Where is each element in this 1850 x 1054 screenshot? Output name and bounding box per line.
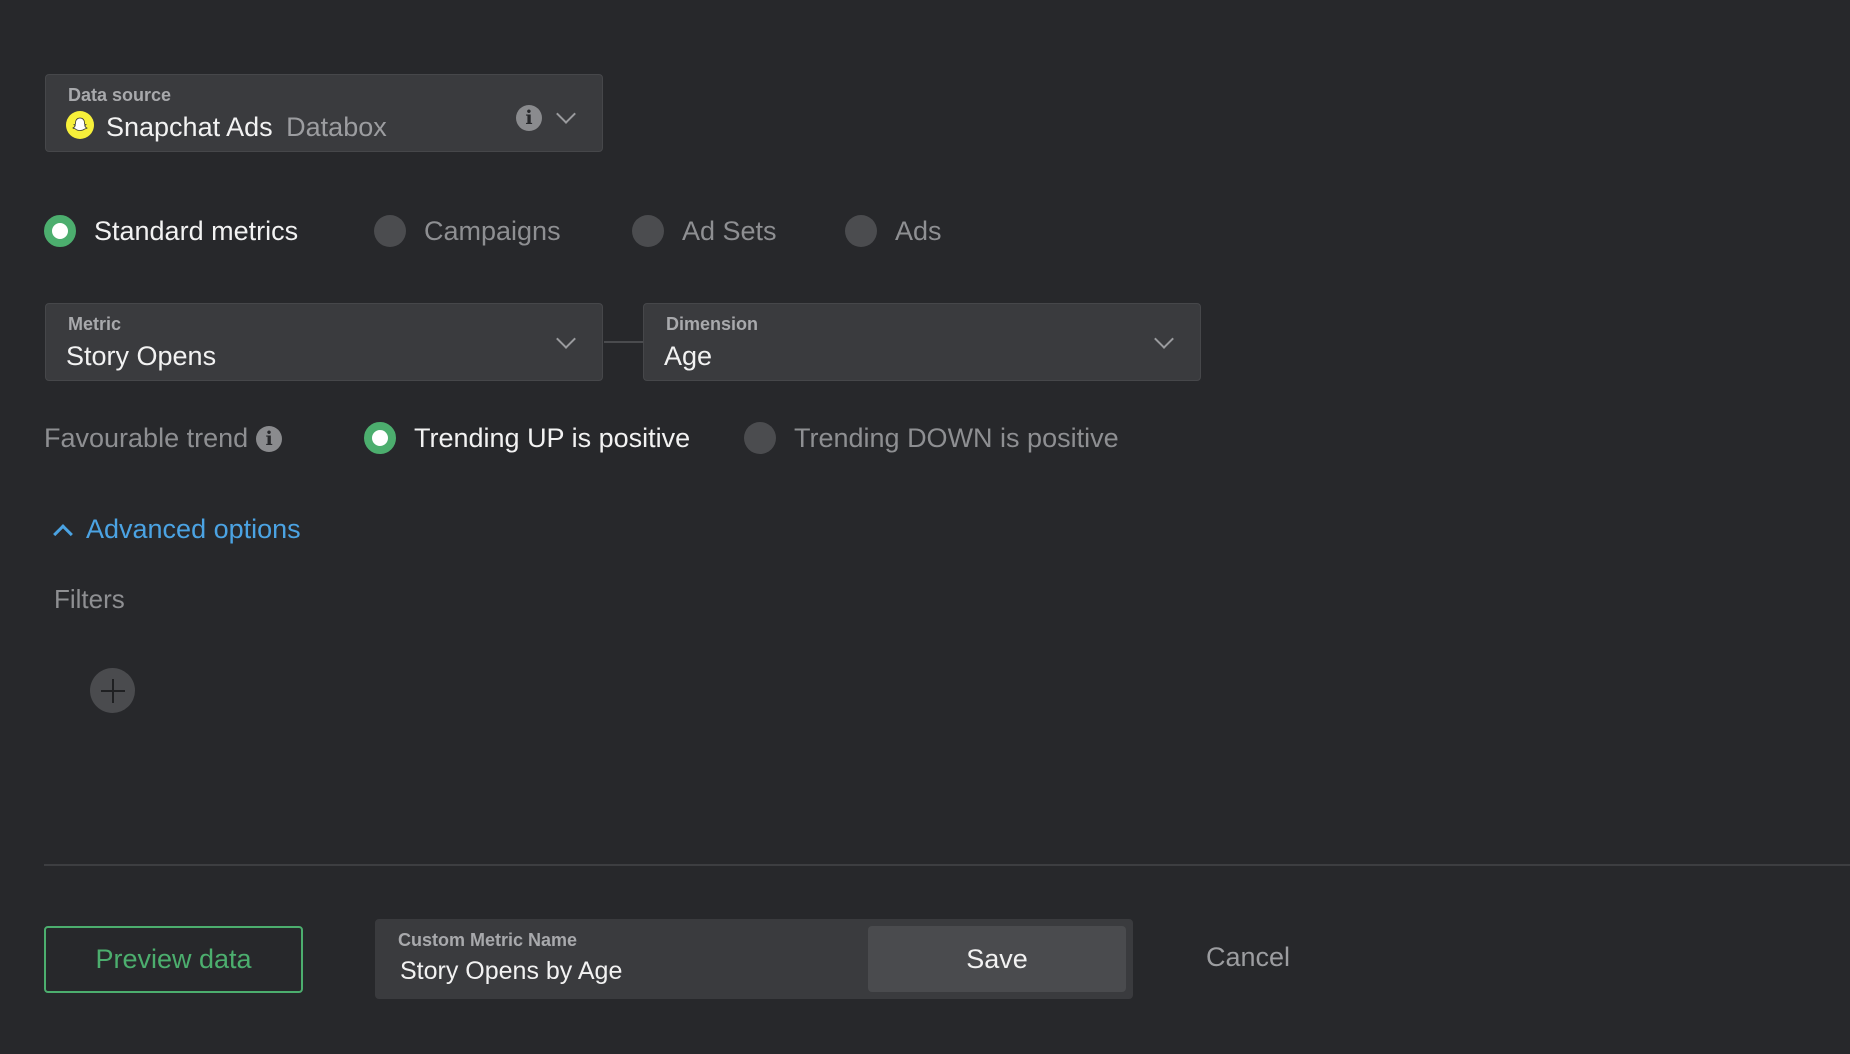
dimension-select[interactable]: Dimension Age bbox=[643, 303, 1201, 381]
metric-select[interactable]: Metric Story Opens bbox=[45, 303, 603, 381]
chevron-down-icon bbox=[556, 329, 576, 349]
chevron-down-icon bbox=[556, 104, 576, 124]
radio-unselected-icon bbox=[632, 215, 664, 247]
radio-trending-up[interactable]: Trending UP is positive bbox=[364, 422, 690, 454]
data-source-name: Snapchat Ads bbox=[106, 112, 273, 142]
radio-ads[interactable]: Ads bbox=[845, 215, 942, 247]
metric-label: Metric bbox=[68, 314, 122, 334]
connector-line bbox=[604, 341, 644, 343]
custom-metric-name-group: Custom Metric Name Story Opens by Age Sa… bbox=[375, 919, 1133, 999]
dimension-label: Dimension bbox=[666, 314, 759, 334]
radio-label: Ad Sets bbox=[682, 215, 777, 246]
snapchat-ads-icon bbox=[66, 111, 94, 139]
save-button[interactable]: Save bbox=[868, 926, 1126, 992]
advanced-options-label: Advanced options bbox=[86, 514, 301, 544]
data-source-select[interactable]: Data source Snapchat Ads Databox i bbox=[45, 74, 603, 152]
cancel-button[interactable]: Cancel bbox=[1206, 942, 1290, 973]
filters-heading: Filters bbox=[54, 584, 125, 614]
favourable-trend-label-group: Favourable trend i bbox=[44, 423, 283, 454]
add-filter-button[interactable] bbox=[90, 668, 135, 713]
radio-unselected-icon bbox=[744, 422, 776, 454]
dimension-value: Age bbox=[664, 341, 713, 371]
radio-selected-icon bbox=[44, 215, 76, 247]
radio-unselected-icon bbox=[845, 215, 877, 247]
data-source-label: Data source bbox=[68, 85, 172, 105]
preview-data-button[interactable]: Preview data bbox=[44, 926, 303, 993]
radio-trending-down[interactable]: Trending DOWN is positive bbox=[744, 422, 1119, 454]
footer-divider bbox=[44, 864, 1850, 866]
radio-label: Standard metrics bbox=[94, 215, 299, 246]
metric-value: Story Opens bbox=[66, 341, 217, 371]
custom-metric-name-input[interactable]: Story Opens by Age bbox=[400, 957, 622, 986]
plus-icon-vertical bbox=[112, 679, 114, 703]
data-source-value: Snapchat Ads Databox bbox=[106, 112, 387, 143]
data-source-provider: Databox bbox=[286, 112, 387, 142]
radio-unselected-icon bbox=[374, 215, 406, 247]
radio-label: Campaigns bbox=[424, 215, 561, 246]
radio-selected-icon bbox=[364, 422, 396, 454]
favourable-trend-label: Favourable trend bbox=[44, 423, 249, 453]
preview-data-label: Preview data bbox=[95, 944, 252, 974]
radio-standard-metrics[interactable]: Standard metrics bbox=[44, 215, 298, 247]
radio-ad-sets[interactable]: Ad Sets bbox=[632, 215, 777, 247]
radio-label: Trending DOWN is positive bbox=[794, 422, 1119, 453]
advanced-options-toggle[interactable]: Advanced options bbox=[53, 514, 301, 545]
radio-campaigns[interactable]: Campaigns bbox=[374, 215, 561, 247]
radio-label: Ads bbox=[895, 215, 942, 246]
info-icon[interactable]: i bbox=[256, 425, 283, 452]
radio-label: Trending UP is positive bbox=[414, 422, 691, 453]
save-label: Save bbox=[966, 943, 1028, 974]
chevron-up-icon bbox=[53, 523, 73, 544]
info-icon[interactable]: i bbox=[516, 105, 542, 131]
custom-metric-name-label: Custom Metric Name bbox=[398, 930, 578, 950]
chevron-down-icon bbox=[1154, 329, 1174, 349]
